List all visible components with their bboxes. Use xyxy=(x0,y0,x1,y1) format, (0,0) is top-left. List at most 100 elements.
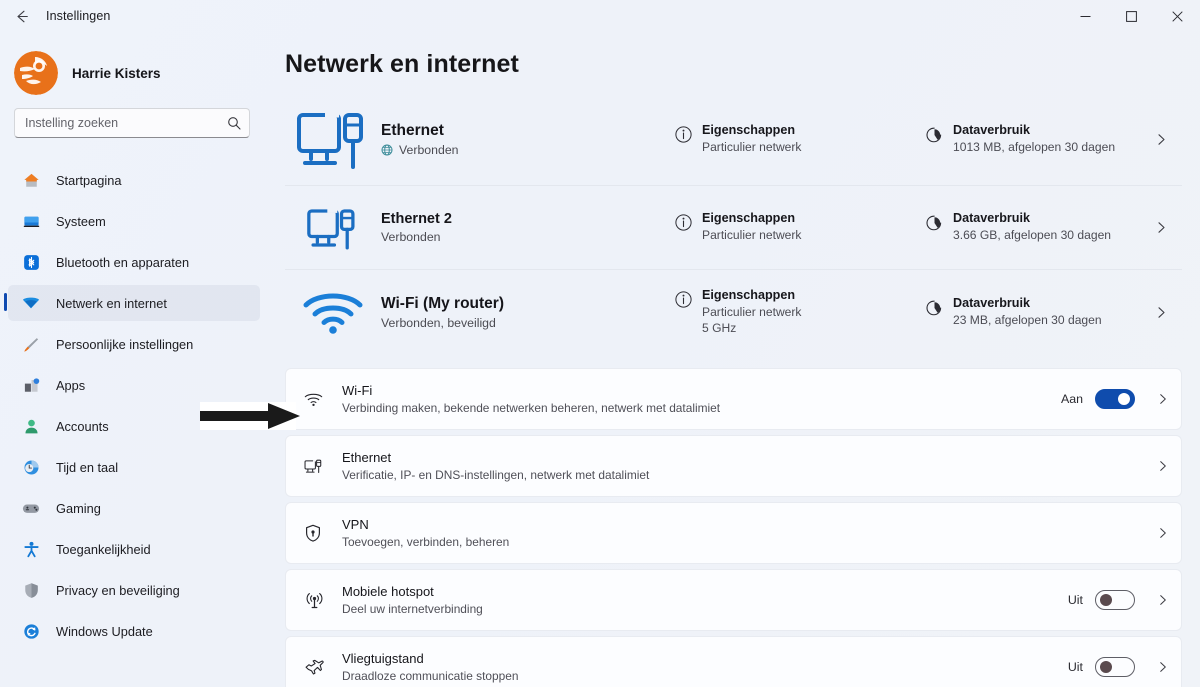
settings-row-text: Mobiele hotspot Deel uw internetverbindi… xyxy=(342,584,1068,616)
settings-row-text: Ethernet Verificatie, IP- en DNS-instell… xyxy=(342,450,1147,482)
sidebar-item-label: Privacy en beveiliging xyxy=(56,582,180,598)
title-bar: Instellingen xyxy=(0,0,1200,32)
chevron-right-icon[interactable] xyxy=(1147,393,1169,405)
settings-row-title: Vliegtuigstand xyxy=(342,651,424,666)
data-usage-sub: 3.66 GB, afgelopen 30 dagen xyxy=(953,228,1112,243)
data-usage-sub: 1013 MB, afgelopen 30 dagen xyxy=(953,139,1116,154)
sidebar-item-accounts[interactable]: Accounts xyxy=(8,408,260,444)
adapter-row[interactable]: Ethernet Verbonden Eigenschappen Particu… xyxy=(285,93,1182,186)
adapter-properties[interactable]: Eigenschappen Particulier netwerk xyxy=(675,123,925,155)
adapter-status-text: Verbonden, beveiligd xyxy=(381,315,496,330)
wifi-toggle[interactable] xyxy=(1095,389,1135,409)
adapter-data-usage[interactable]: Dataverbruik 23 MB, afgelopen 30 dagen xyxy=(925,296,1140,328)
chevron-right-icon[interactable] xyxy=(1140,306,1168,319)
sidebar-item-toegankelijkheid[interactable]: Toegankelijkheid xyxy=(8,531,260,567)
globe-icon xyxy=(381,144,393,156)
adapter-row[interactable]: Ethernet 2 Verbonden Eigenschappen Parti… xyxy=(285,186,1182,270)
data-usage-icon xyxy=(925,299,943,322)
chevron-right-icon[interactable] xyxy=(1140,221,1168,234)
close-button[interactable] xyxy=(1154,0,1200,32)
properties-title: Eigenschappen xyxy=(702,211,796,226)
settings-row-controls: Uit xyxy=(1068,590,1169,610)
toggle-label: Aan xyxy=(1060,392,1083,406)
ethernet-icon xyxy=(304,458,342,475)
settings-row-text: VPN Toevoegen, verbinden, beheren xyxy=(342,517,1147,549)
sidebar-item-bluetooth[interactable]: Bluetooth en apparaten xyxy=(8,244,260,280)
adapter-data-usage[interactable]: Dataverbruik 1013 MB, afgelopen 30 dagen xyxy=(925,123,1140,155)
info-icon xyxy=(675,214,692,236)
airplane-toggle[interactable] xyxy=(1095,657,1135,677)
sidebar-item-persoonlijke-instellingen[interactable]: Persoonlijke instellingen xyxy=(8,326,260,362)
minimize-button[interactable] xyxy=(1062,0,1108,32)
brush-icon xyxy=(18,336,44,353)
adapter-name: Ethernet xyxy=(381,121,444,139)
adapter-row[interactable]: Wi-Fi (My router) Verbonden, beveiligd E… xyxy=(285,270,1182,354)
sidebar-item-privacy-en-beveiliging[interactable]: Privacy en beveiliging xyxy=(8,572,260,608)
settings-row-text: Wi-Fi Verbinding maken, bekende netwerke… xyxy=(342,383,1061,415)
settings-row-vliegtuigstand[interactable]: Vliegtuigstand Draadloze communicatie st… xyxy=(285,636,1182,687)
settings-row-sub: Verbinding maken, bekende netwerken behe… xyxy=(342,401,721,415)
adapter-properties[interactable]: Eigenschappen Particulier netwerk xyxy=(675,211,925,243)
sidebar-item-startpagina[interactable]: Startpagina xyxy=(8,162,260,198)
maximize-button[interactable] xyxy=(1108,0,1154,32)
properties-sub: Particulier netwerk xyxy=(702,139,802,154)
properties-sub2: 5 GHz xyxy=(702,321,737,335)
minimize-icon xyxy=(1080,15,1090,17)
home-icon xyxy=(18,172,44,189)
data-usage-title: Dataverbruik xyxy=(953,122,1030,137)
settings-row-sub: Draadloze communicatie stoppen xyxy=(342,669,519,683)
data-usage-icon xyxy=(925,126,943,149)
settings-row-title: VPN xyxy=(342,517,369,532)
sidebar-item-label: Apps xyxy=(56,377,86,393)
search-icon xyxy=(227,116,241,130)
account-block[interactable]: Harrie Kisters xyxy=(0,32,270,104)
chevron-right-icon[interactable] xyxy=(1147,661,1169,673)
chevron-right-icon[interactable] xyxy=(1140,133,1168,146)
settings-row-controls xyxy=(1147,460,1169,472)
settings-row-text: Vliegtuigstand Draadloze communicatie st… xyxy=(342,651,1068,683)
sidebar-item-gaming[interactable]: Gaming xyxy=(8,490,260,526)
adapter-data-usage[interactable]: Dataverbruik 3.66 GB, afgelopen 30 dagen xyxy=(925,211,1140,243)
chevron-right-icon[interactable] xyxy=(1147,460,1169,472)
settings-row-wifi[interactable]: Wi-Fi Verbinding maken, bekende netwerke… xyxy=(285,368,1182,430)
search-input[interactable] xyxy=(25,116,227,130)
settings-row-vpn[interactable]: VPN Toevoegen, verbinden, beheren xyxy=(285,502,1182,564)
wifi-icon xyxy=(304,392,342,407)
sidebar-item-netwerk-en-internet[interactable]: Netwerk en internet xyxy=(4,285,260,321)
adapter-status: Verbonden xyxy=(381,230,675,244)
adapter-properties[interactable]: Eigenschappen Particulier netwerk 5 GHz xyxy=(675,288,925,337)
adapter-list: Ethernet Verbonden Eigenschappen Particu… xyxy=(285,93,1182,354)
toggle-knob xyxy=(1100,594,1112,606)
data-usage-title: Dataverbruik xyxy=(953,295,1030,310)
toggle-label: Uit xyxy=(1067,660,1083,674)
settings-row-title: Mobiele hotspot xyxy=(342,584,434,599)
search-box[interactable] xyxy=(14,108,250,138)
back-button[interactable] xyxy=(4,1,38,31)
settings-row-sub: Toevoegen, verbinden, beheren xyxy=(342,535,510,549)
sidebar-item-windows-update[interactable]: Windows Update xyxy=(8,613,260,649)
ethernet-icon xyxy=(285,201,381,255)
adapter-info: Wi-Fi (My router) Verbonden, beveiligd xyxy=(381,295,675,330)
sidebar-item-tijd-en-taal[interactable]: Tijd en taal xyxy=(8,449,260,485)
settings-row-mobiele-hotspot[interactable]: Mobiele hotspot Deel uw internetverbindi… xyxy=(285,569,1182,631)
properties-title: Eigenschappen xyxy=(702,287,796,302)
sidebar-item-label: Persoonlijke instellingen xyxy=(56,336,194,352)
sidebar-item-systeem[interactable]: Systeem xyxy=(8,203,260,239)
bluetooth-icon xyxy=(18,254,44,271)
settings-row-ethernet[interactable]: Ethernet Verificatie, IP- en DNS-instell… xyxy=(285,435,1182,497)
airplane-icon xyxy=(304,658,342,677)
sidebar-item-label: Toegankelijkheid xyxy=(56,541,151,557)
chevron-right-icon[interactable] xyxy=(1147,594,1169,606)
settings-row-sub: Verificatie, IP- en DNS-instellingen, ne… xyxy=(342,468,650,482)
sidebar-item-apps[interactable]: Apps xyxy=(8,367,260,403)
network-icon xyxy=(18,294,44,312)
avatar xyxy=(14,51,58,95)
hotspot-toggle[interactable] xyxy=(1095,590,1135,610)
info-icon xyxy=(675,126,692,148)
adapter-info: Ethernet 2 Verbonden xyxy=(381,211,675,244)
chevron-right-icon[interactable] xyxy=(1147,527,1169,539)
adapter-name: Ethernet 2 xyxy=(381,211,452,227)
clock-icon xyxy=(18,459,44,476)
sidebar-item-label: Windows Update xyxy=(56,623,153,639)
sidebar-item-label: Netwerk en internet xyxy=(56,295,167,311)
